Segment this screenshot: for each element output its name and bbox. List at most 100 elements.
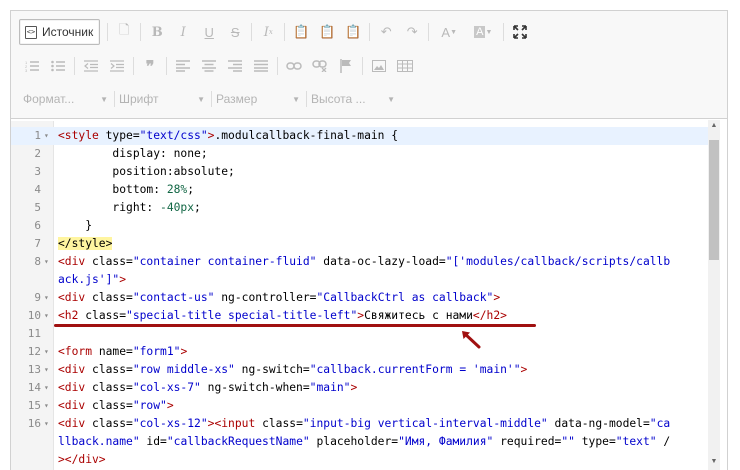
table-icon[interactable] bbox=[392, 54, 418, 78]
code-token: class= bbox=[92, 417, 133, 430]
code-token: "" bbox=[561, 435, 575, 448]
code-token: "callbackRequestName" bbox=[166, 435, 310, 448]
font-dropdown-label: Шрифт bbox=[119, 92, 159, 106]
code-token: <div bbox=[58, 291, 93, 304]
source-icon: <> bbox=[25, 25, 37, 39]
paste-icon[interactable]: 📋 bbox=[288, 20, 314, 44]
fold-toggle-icon[interactable]: ▾ bbox=[44, 253, 49, 271]
code-token: id= bbox=[139, 435, 167, 448]
code-token: "special-title special-title-left" bbox=[126, 309, 358, 322]
source-button[interactable]: <> Источник bbox=[19, 19, 101, 45]
code-token: > bbox=[493, 291, 501, 304]
code-token: class= bbox=[92, 291, 133, 304]
code-token: type= bbox=[574, 435, 616, 448]
background-color-icon[interactable]: A ▼ bbox=[466, 20, 500, 44]
source-code-area[interactable]: 1 ▾ <style type="text/css">.modulcallback-… bbox=[11, 121, 727, 470]
line-number: 5 bbox=[34, 201, 41, 214]
line-number: 12 bbox=[27, 345, 41, 358]
scroll-down-icon[interactable]: ▼ bbox=[708, 456, 720, 468]
line-height-dropdown[interactable]: Высота ... ▼ bbox=[307, 87, 401, 111]
vertical-scrollbar[interactable]: ▲ ▼ bbox=[708, 120, 720, 470]
fold-toggle-icon[interactable]: ▾ bbox=[44, 307, 49, 325]
align-center-icon[interactable] bbox=[196, 54, 222, 78]
bold-icon[interactable]: B bbox=[144, 20, 170, 44]
code-text: ack.js']"> bbox=[58, 271, 126, 289]
size-dropdown[interactable]: Размер ▼ bbox=[212, 87, 306, 111]
redo-icon[interactable]: ↷ bbox=[399, 20, 425, 44]
fold-toggle-icon[interactable]: ▾ bbox=[44, 127, 49, 145]
paste-word-icon[interactable]: 📋 bbox=[340, 20, 366, 44]
code-token: <form bbox=[58, 345, 99, 358]
code-token: name= bbox=[98, 345, 133, 358]
align-justify-icon[interactable] bbox=[248, 54, 274, 78]
code-token: placeholder= bbox=[309, 435, 399, 448]
line-number: 4 bbox=[34, 183, 41, 196]
code-text: position:absolute; bbox=[58, 163, 234, 181]
fold-toggle-icon[interactable]: ▾ bbox=[44, 379, 49, 397]
maximize-icon[interactable] bbox=[507, 20, 533, 44]
fold-toggle-icon[interactable]: ▾ bbox=[44, 415, 49, 433]
code-token: bottom: bbox=[58, 183, 167, 196]
fold-toggle-icon[interactable]: ▾ bbox=[44, 361, 49, 379]
code-text: <div class="container container-fluid" d… bbox=[58, 253, 670, 271]
unlink-icon[interactable] bbox=[307, 54, 333, 78]
link-icon[interactable] bbox=[281, 54, 307, 78]
chevron-down-icon: ▼ bbox=[100, 94, 108, 104]
code-token: </style> bbox=[58, 237, 113, 250]
line-number: 2 bbox=[34, 147, 41, 160]
code-text: llback.name" id="callbackRequestName" pl… bbox=[58, 433, 670, 451]
toolbar-separator bbox=[107, 23, 109, 41]
scrollbar-thumb[interactable] bbox=[709, 140, 719, 260]
code-token: <style bbox=[58, 129, 106, 142]
numbered-list-icon[interactable]: 123 bbox=[19, 54, 45, 78]
code-token: <div bbox=[58, 399, 93, 412]
line-number: 11 bbox=[27, 327, 41, 340]
line-number: 16 bbox=[27, 417, 41, 430]
align-right-icon[interactable] bbox=[222, 54, 248, 78]
line-number: 1 bbox=[34, 129, 41, 142]
code-text: <div class="col-xs-12"><input class="inp… bbox=[58, 415, 670, 433]
code-text: <div class="row"> bbox=[58, 397, 174, 415]
format-dropdown-label: Формат... bbox=[23, 92, 75, 106]
underline-icon[interactable]: U bbox=[196, 20, 222, 44]
code-token: </h2> bbox=[472, 309, 507, 322]
blockquote-icon[interactable]: ❞ bbox=[137, 54, 163, 78]
code-line: 7 </style> bbox=[11, 235, 711, 253]
red-underline-annotation bbox=[54, 324, 536, 327]
code-token: required= bbox=[493, 435, 562, 448]
chevron-down-icon: ▼ bbox=[292, 94, 300, 104]
code-token: "col-xs-12" bbox=[132, 417, 208, 430]
code-token: <div bbox=[58, 417, 93, 430]
line-number: 8 bbox=[34, 255, 41, 268]
undo-icon[interactable]: ↶ bbox=[373, 20, 399, 44]
align-left-icon[interactable] bbox=[170, 54, 196, 78]
strikethrough-icon[interactable]: S bbox=[222, 20, 248, 44]
font-dropdown[interactable]: Шрифт ▼ bbox=[115, 87, 211, 111]
format-dropdown[interactable]: Формат... ▼ bbox=[19, 87, 114, 111]
code-text: display: none; bbox=[58, 145, 207, 163]
new-page-icon[interactable]: 🗋 bbox=[111, 20, 137, 44]
code-text: <div class="row middle-xs" ng-switch="ca… bbox=[58, 361, 527, 379]
toolbar-separator bbox=[362, 57, 363, 75]
text-color-icon[interactable]: A ▼ bbox=[432, 20, 466, 44]
code-line: ></div> bbox=[11, 451, 711, 469]
anchor-flag-icon[interactable] bbox=[333, 54, 359, 78]
code-line: 16 ▾ <div class="col-xs-12"><input class="… bbox=[11, 415, 711, 433]
code-token: ng-switch= bbox=[234, 363, 310, 376]
indent-icon[interactable] bbox=[104, 54, 130, 78]
code-token: ></div> bbox=[58, 453, 106, 466]
remove-format-icon[interactable]: Ix bbox=[255, 20, 281, 44]
line-number: 3 bbox=[34, 165, 41, 178]
image-icon[interactable] bbox=[366, 54, 392, 78]
chevron-down-icon: ▼ bbox=[387, 94, 395, 104]
italic-icon[interactable]: I bbox=[170, 20, 196, 44]
code-token: ; bbox=[194, 201, 201, 214]
outdent-icon[interactable] bbox=[78, 54, 104, 78]
scroll-up-icon[interactable]: ▲ bbox=[708, 120, 720, 132]
fold-toggle-icon[interactable]: ▾ bbox=[44, 289, 49, 307]
paste-text-icon[interactable]: 📋 bbox=[314, 20, 340, 44]
bulleted-list-icon[interactable] bbox=[45, 54, 71, 78]
code-token: "ca bbox=[649, 417, 671, 430]
fold-toggle-icon[interactable]: ▾ bbox=[44, 343, 49, 361]
fold-toggle-icon[interactable]: ▾ bbox=[44, 397, 49, 415]
